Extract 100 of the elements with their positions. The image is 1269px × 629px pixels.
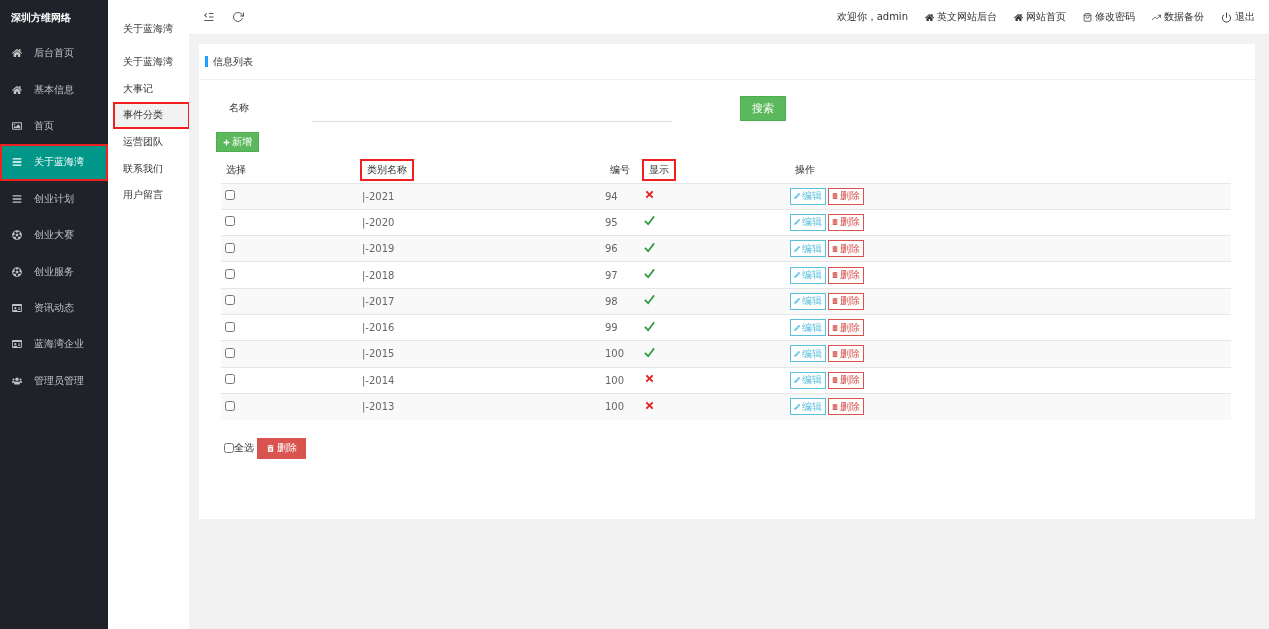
select-all-checkbox[interactable] [224, 443, 234, 454]
table-cell: |-2021 [362, 190, 395, 202]
table-cell: |-2017 [362, 295, 395, 307]
top-link[interactable]: 网站首页 [1014, 10, 1066, 24]
top-link-label: 修改密码 [1095, 10, 1135, 24]
row-checkbox[interactable] [225, 321, 235, 332]
sidebar-item[interactable]: 创业大赛 [0, 216, 108, 254]
sidebar-label: 管理员管理 [34, 373, 84, 388]
top-link[interactable]: 数据备份 [1152, 10, 1204, 24]
users-icon [12, 375, 22, 386]
delete-button[interactable]: 删除 [828, 345, 864, 363]
delete-button[interactable]: 删除 [828, 266, 864, 284]
submenu-item[interactable]: 大事记 [108, 75, 189, 103]
sidebar-label: 资讯动态 [34, 300, 74, 315]
sidebar-label: 基本信息 [34, 82, 74, 97]
column-header: 选择 [225, 163, 247, 178]
pencil-icon [794, 219, 800, 226]
trash-icon [832, 219, 838, 226]
collapse-menu-icon[interactable] [203, 11, 215, 23]
sidebar-item[interactable]: 关于蓝海湾 [0, 144, 108, 181]
sidebar-label: 后台首页 [34, 46, 74, 61]
sidebar-item[interactable]: 首页 [0, 107, 108, 145]
trash-icon [832, 298, 838, 305]
top-link[interactable]: 退出 [1221, 10, 1255, 24]
pencil-icon [794, 403, 800, 410]
home-icon [12, 84, 22, 95]
edit-button[interactable]: 编辑 [790, 319, 826, 337]
refresh-icon[interactable] [232, 11, 244, 23]
sidebar-item[interactable]: 管理员管理 [0, 362, 108, 399]
trash-icon [832, 193, 838, 200]
edit-button[interactable]: 编辑 [790, 398, 826, 416]
edit-button[interactable]: 编辑 [790, 266, 826, 284]
delete-button[interactable]: 删除 [828, 371, 864, 389]
top-link[interactable]: 修改密码 [1083, 10, 1135, 24]
delete-label: 删除 [840, 215, 860, 230]
menu-icon [12, 193, 22, 204]
edit-button[interactable]: 编辑 [790, 187, 826, 205]
submenu-item[interactable]: 运营团队 [108, 128, 189, 156]
edit-button[interactable]: 编辑 [790, 371, 826, 389]
table-cell: 100 [605, 374, 625, 386]
submenu-item[interactable]: 关于蓝海湾 [108, 49, 189, 76]
delete-button[interactable]: 删除 [828, 319, 864, 337]
pencil-icon [794, 350, 800, 357]
delete-button[interactable]: 删除 [828, 292, 864, 310]
row-checkbox[interactable] [225, 190, 235, 201]
row-checkbox[interactable] [225, 295, 235, 306]
sidebar-item[interactable]: 资讯动态 [0, 289, 108, 327]
table-cell: |-2015 [362, 348, 395, 360]
sidebar-item[interactable]: 蓝海湾企业 [0, 326, 108, 363]
add-button[interactable]: 新增 [216, 132, 259, 152]
edit-button[interactable]: 编辑 [790, 213, 826, 231]
home-icon [12, 48, 22, 59]
bulk-delete-label: 删除 [276, 441, 297, 456]
power-icon [1221, 11, 1232, 23]
delete-button[interactable]: 删除 [828, 240, 864, 258]
table-cell: 95 [605, 216, 618, 228]
menu-icon [12, 157, 22, 168]
row-checkbox[interactable] [225, 347, 235, 358]
sidebar-item[interactable]: 创业服务 [0, 253, 108, 290]
welcome-text: 欢迎你，admin [836, 10, 908, 24]
delete-button[interactable]: 删除 [828, 398, 864, 416]
top-link-label: 退出 [1235, 10, 1255, 24]
edit-label: 编辑 [802, 241, 822, 256]
row-checkbox[interactable] [225, 374, 235, 385]
sidebar-label: 创业大赛 [34, 228, 74, 243]
edit-label: 编辑 [802, 399, 822, 414]
search-button[interactable]: 搜索 [740, 95, 786, 121]
delete-button[interactable]: 删除 [828, 213, 864, 231]
sidebar-label: 创业服务 [34, 264, 74, 279]
field-label: 名称 [228, 101, 250, 115]
row-checkbox[interactable] [225, 269, 235, 280]
submenu-item[interactable]: 事件分类 [113, 102, 190, 129]
row-checkbox[interactable] [225, 242, 235, 253]
submenu-item[interactable]: 联系我们 [108, 155, 189, 182]
edit-button[interactable]: 编辑 [790, 345, 826, 363]
submenu-item[interactable]: 用户留言 [108, 181, 189, 209]
top-link-label: 英文网站后台 [937, 10, 997, 24]
edit-label: 编辑 [802, 189, 822, 204]
sidebar-item[interactable]: 后台首页 [0, 35, 108, 72]
row-checkbox[interactable] [225, 216, 235, 227]
pencil-icon [794, 324, 800, 331]
row-checkbox[interactable] [225, 400, 235, 411]
top-link[interactable]: 英文网站后台 [925, 10, 997, 24]
pencil-icon [794, 377, 800, 384]
edit-label: 编辑 [802, 294, 822, 309]
top-link-label: 数据备份 [1164, 10, 1204, 24]
bulk-delete-button[interactable]: 删除 [257, 437, 306, 459]
sidebar-label: 关于蓝海湾 [34, 155, 84, 170]
sidebar-item[interactable]: 基本信息 [0, 71, 108, 108]
title-accent-bar [205, 56, 208, 67]
sidebar-item[interactable]: 创业计划 [0, 180, 108, 217]
delete-button[interactable]: 删除 [828, 187, 864, 205]
trash-icon [832, 350, 838, 357]
pencil-icon [794, 245, 800, 252]
panel-title: 信息列表 [213, 54, 253, 69]
edit-label: 编辑 [802, 346, 822, 361]
sidebar-label: 创业计划 [34, 191, 74, 206]
edit-button[interactable]: 编辑 [790, 240, 826, 258]
edit-button[interactable]: 编辑 [790, 292, 826, 310]
id-card-icon [12, 302, 22, 313]
